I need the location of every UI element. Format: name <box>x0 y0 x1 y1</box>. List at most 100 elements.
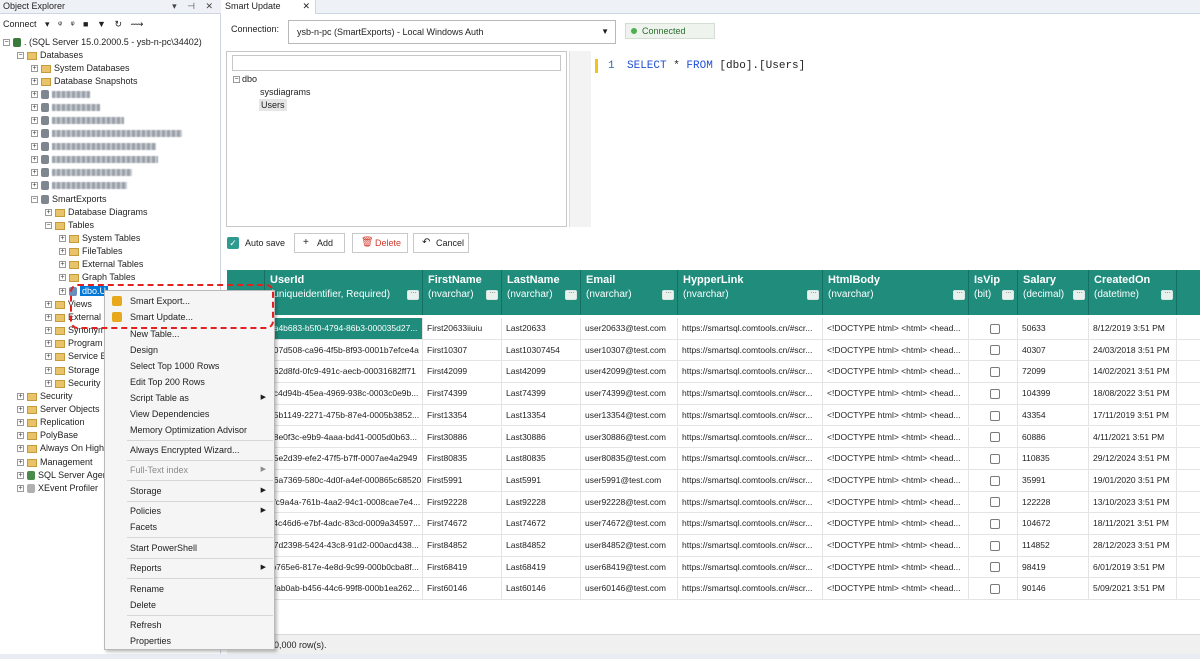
table-row[interactable]: c4c46d6-e7bf-4adc-83cd-0009a34597... Firs… <box>227 513 1200 535</box>
table-cell[interactable]: https://smartsql.comtools.cn/#scr... <box>678 361 823 383</box>
tree-database-snapshots[interactable]: + Database Snapshots <box>31 75 138 88</box>
tree-blurred-db[interactable]: + <box>31 88 90 101</box>
menu-select-top[interactable]: Select Top 1000 Rows <box>105 359 274 373</box>
table-cell[interactable]: <!DOCTYPE html> <html> <head... <box>823 318 969 339</box>
table-cell[interactable]: fb765e6-817e-4e8d-9c99-000b0cba8f... <box>265 556 423 578</box>
table-cell[interactable]: First92228 <box>423 491 502 513</box>
table-cell[interactable]: 18/11/2021 3:51 PM <box>1089 513 1177 535</box>
tree-blurred-db[interactable]: + <box>31 179 127 192</box>
table-row[interactable]: 207d508-ca96-4f5b-8f93-0001b7efce4a First… <box>227 339 1200 362</box>
tree-databases[interactable]: − Databases <box>17 49 83 62</box>
tree-service-broker[interactable]: + Service B <box>45 350 107 363</box>
connect-button[interactable]: Connect ▾ <box>3 19 50 29</box>
menu-view-dependencies[interactable]: View Dependencies <box>105 407 274 421</box>
column-filter-icon[interactable] <box>807 288 819 300</box>
table-row[interactable]: fb765e6-817e-4e8d-9c99-000b0cba8f... Firs… <box>227 556 1200 579</box>
column-header[interactable]: FirstName (nvarchar) <box>423 270 502 315</box>
tree-management[interactable]: + Management <box>17 456 93 469</box>
schema-node-sysdiagrams[interactable]: sysdiagrams <box>260 86 311 98</box>
menu-script-table[interactable]: Script Table as ▶ <box>105 391 274 405</box>
table-cell[interactable]: Last60146 <box>502 578 581 600</box>
isvip-checkbox[interactable] <box>990 584 1000 595</box>
table-cell[interactable]: user68419@test.com <box>581 556 678 578</box>
menu-delete[interactable]: Delete <box>105 598 274 612</box>
tree-filetables[interactable]: + FileTables <box>59 245 123 258</box>
column-filter-icon[interactable] <box>1073 288 1085 300</box>
isvip-cell[interactable] <box>969 383 1018 405</box>
table-cell[interactable]: Last20633 <box>502 318 581 339</box>
table-cell[interactable]: First60146 <box>423 578 502 600</box>
table-cell[interactable]: 29/12/2024 3:51 PM <box>1089 448 1177 470</box>
schema-search-input[interactable] <box>232 55 561 71</box>
table-cell[interactable]: First74672 <box>423 513 502 535</box>
menu-properties[interactable]: Properties <box>105 634 274 648</box>
activity-monitor-icon[interactable]: ⟿ <box>131 19 144 29</box>
table-cell[interactable]: 50633 <box>1018 318 1089 339</box>
table-cell[interactable]: user80835@test.com <box>581 448 678 470</box>
isvip-cell[interactable] <box>969 469 1018 491</box>
menu-rename[interactable]: Rename <box>105 582 274 596</box>
isvip-cell[interactable] <box>969 535 1018 556</box>
table-cell[interactable]: https://smartsql.comtools.cn/#scr... <box>678 426 823 448</box>
sql-text[interactable]: SELECT * FROM [dbo].[Users] <box>627 59 805 73</box>
table-cell[interactable]: https://smartsql.comtools.cn/#scr... <box>678 448 823 470</box>
tree-blurred-db[interactable]: + <box>31 127 182 140</box>
table-cell[interactable]: <!DOCTYPE html> <html> <head... <box>823 535 969 556</box>
table-row[interactable]: 36a7369-580c-4d0f-a4ef-000865c68520 First… <box>227 469 1200 492</box>
column-header[interactable]: HtmlBody (nvarchar) <box>823 270 969 315</box>
tree-system-databases[interactable]: + System Databases <box>31 62 130 75</box>
table-cell[interactable]: user74399@test.com <box>581 383 678 405</box>
menu-new-table[interactable]: New Table... <box>105 327 274 341</box>
table-cell[interactable]: First13354 <box>423 404 502 426</box>
tree-tables[interactable]: − Tables <box>45 219 94 232</box>
isvip-cell[interactable] <box>969 361 1018 383</box>
table-cell[interactable]: First68419 <box>423 556 502 578</box>
menu-reports[interactable]: Reports ▶ <box>105 561 274 575</box>
table-cell[interactable]: <!DOCTYPE html> <html> <head... <box>823 383 969 405</box>
table-cell[interactable]: 85b1149-2271-475b-87e4-0005b3852... <box>265 404 423 426</box>
menu-always-encrypted[interactable]: Always Encrypted Wizard... <box>105 443 274 457</box>
column-filter-icon[interactable] <box>1161 288 1173 300</box>
table-cell[interactable]: user42099@test.com <box>581 361 678 383</box>
tree-polybase[interactable]: + PolyBase <box>17 429 78 442</box>
table-cell[interactable]: First84852 <box>423 535 502 556</box>
table-row[interactable]: 3a4b683-b5f0-4794-86b3-000035d27... First… <box>227 318 1200 340</box>
tree-xevent[interactable]: + XEvent Profiler <box>17 482 98 495</box>
panel-splitter[interactable] <box>569 51 591 227</box>
isvip-cell[interactable] <box>969 578 1018 600</box>
table-cell[interactable]: Last68419 <box>502 556 581 578</box>
table-cell[interactable]: user13354@test.com <box>581 404 678 426</box>
table-row[interactable]: 85b1149-2271-475b-87e4-0005b3852... First… <box>227 404 1200 427</box>
table-cell[interactable]: 90146 <box>1018 578 1089 600</box>
table-cell[interactable]: <!DOCTYPE html> <html> <head... <box>823 426 969 448</box>
table-row[interactable]: 6c4d94b-45ea-4969-938c-0003c0e9b... First… <box>227 383 1200 405</box>
tree-blurred-db[interactable]: + <box>31 166 132 179</box>
table-cell[interactable]: 14/02/2021 3:51 PM <box>1089 361 1177 383</box>
table-cell[interactable]: 15e2d39-efe2-47f5-b7ff-0007ae4a2949 <box>265 448 423 470</box>
table-cell[interactable]: 28/12/2023 3:51 PM <box>1089 535 1177 556</box>
table-cell[interactable]: Last30886 <box>502 426 581 448</box>
tree-security[interactable]: + Security <box>17 390 73 403</box>
table-cell[interactable]: <!DOCTYPE html> <html> <head... <box>823 578 969 600</box>
tree-always-on[interactable]: + Always On High <box>17 442 104 455</box>
table-cell[interactable]: 17/11/2019 3:51 PM <box>1089 404 1177 426</box>
isvip-cell[interactable] <box>969 404 1018 426</box>
isvip-checkbox[interactable] <box>990 345 1000 356</box>
table-cell[interactable]: user60146@test.com <box>581 578 678 600</box>
table-cell[interactable]: First42099 <box>423 361 502 383</box>
table-cell[interactable]: 24/03/2018 3:51 PM <box>1089 339 1177 361</box>
table-cell[interactable]: Last84852 <box>502 535 581 556</box>
menu-refresh[interactable]: Refresh <box>105 618 274 632</box>
table-cell[interactable]: 6c4d94b-45ea-4969-938c-0003c0e9b... <box>265 383 423 405</box>
table-cell[interactable]: user30886@test.com <box>581 426 678 448</box>
table-cell[interactable]: 110835 <box>1018 448 1089 470</box>
table-cell[interactable]: 40307 <box>1018 339 1089 361</box>
table-cell[interactable]: 6/01/2019 3:51 PM <box>1089 556 1177 578</box>
column-filter-icon[interactable] <box>953 288 965 300</box>
isvip-checkbox[interactable] <box>990 432 1000 443</box>
menu-edit-top[interactable]: Edit Top 200 Rows <box>105 375 274 389</box>
table-cell[interactable]: https://smartsql.comtools.cn/#scr... <box>678 318 823 339</box>
column-filter-icon[interactable] <box>407 288 419 300</box>
table-cell[interactable]: 8/12/2019 3:51 PM <box>1089 318 1177 339</box>
isvip-cell[interactable] <box>969 491 1018 513</box>
